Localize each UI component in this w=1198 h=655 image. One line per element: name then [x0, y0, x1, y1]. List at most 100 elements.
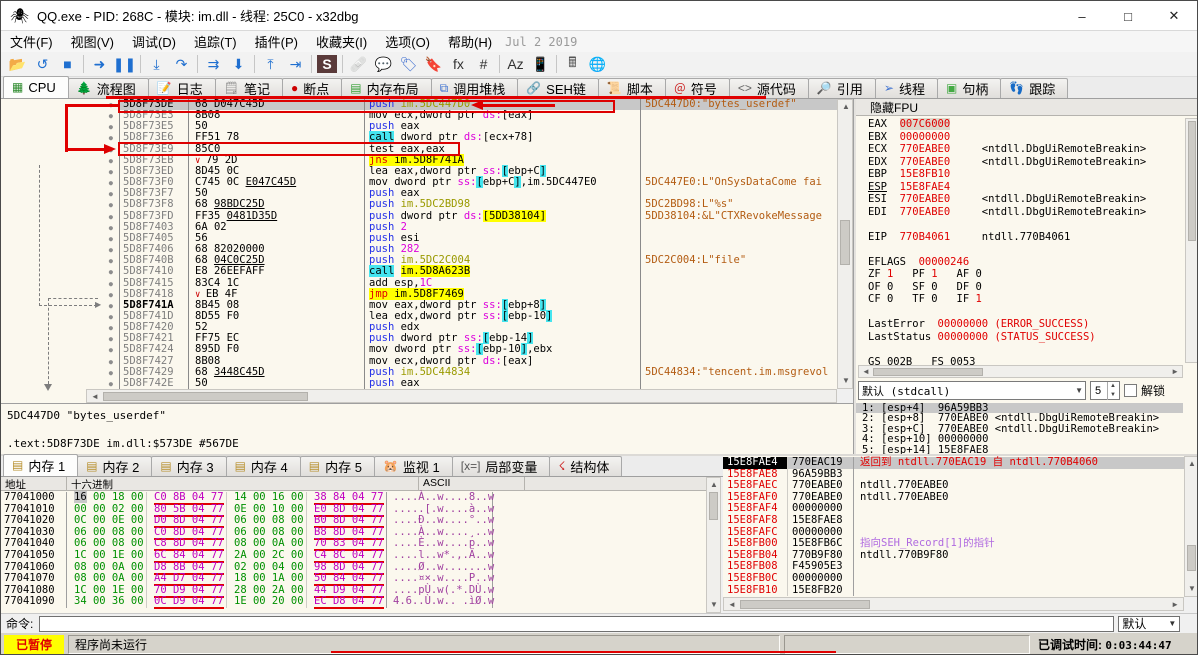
tab-内存 4[interactable]: ▤ 内存 4	[225, 456, 301, 476]
dump-row[interactable]: 77041070 08 00 0A 00 A4 D7 04 77 18 00 1A 0…	[1, 572, 706, 587]
register-line[interactable]: ESP 15E8FAE4	[856, 181, 1183, 194]
register-line[interactable]: EDI 770EABE0 <ntdll.DbgUiRemoteBreakin>	[856, 206, 1183, 219]
tab-日志[interactable]: 📝 日志	[147, 78, 216, 98]
registers-pane[interactable]: 隐藏FPU EAX 007C6000 EBX 00000000 ECX 770EAB…	[856, 99, 1197, 454]
menu-item-选[interactable]: 选项(O)	[376, 30, 439, 53]
register-line[interactable]: OF 0 SF 0 DF 0	[856, 281, 1183, 294]
registers-vscrollbar[interactable]	[1185, 118, 1197, 363]
run-to-user-code-icon[interactable]: ⇥	[283, 53, 308, 75]
command-script-select[interactable]: 默认 ▼	[1118, 615, 1181, 632]
register-line[interactable]: ESI 770EABE0 <ntdll.DbgUiRemoteBreakin>	[856, 193, 1183, 206]
stack-vscrollbar[interactable]: ▲ ▼	[1184, 456, 1197, 597]
hide-fpu-button[interactable]: 隐藏FPU	[856, 99, 1197, 116]
tab-脚本[interactable]: 📜 脚本	[597, 78, 666, 98]
breakpoint-dot-icon[interactable]: ●	[109, 379, 113, 389]
stack-row[interactable]: 15E8FB0C 00000000	[723, 572, 1184, 585]
stack-row[interactable]: 15E8FB00 15E8FB6C 指向SEH_Record[1]的指针	[723, 538, 1184, 550]
step-over-icon[interactable]: ↷	[169, 53, 194, 75]
tab-结构体[interactable]: ☇ 结构体	[549, 456, 623, 476]
tab-内存 1[interactable]: ▤ 内存 1	[3, 454, 79, 476]
assemble-icon[interactable]: Az	[503, 53, 528, 75]
tab-内存 5[interactable]: ▤ 内存 5	[299, 456, 375, 476]
label-icon[interactable]: 🏷	[396, 53, 421, 75]
tab-内存布局[interactable]: ▤ 内存布局	[341, 78, 432, 98]
register-line[interactable]	[856, 343, 1183, 356]
register-line[interactable]: LastStatus 00000000 (STATUS_SUCCESS)	[856, 331, 1183, 344]
open-file-icon[interactable]: 📂	[5, 53, 30, 75]
disassembly-vscrollbar[interactable]: ▲ ▼	[837, 99, 853, 389]
calling-convention-select[interactable]: 默认 (stdcall) ▼	[858, 381, 1086, 400]
dump-row[interactable]: 77041090 34 00 36 00 0C D9 04 77 1E 00 20 0…	[1, 595, 706, 610]
stop-icon[interactable]: ■	[55, 53, 80, 75]
tab-局部变量[interactable]: [x=] 局部变量	[451, 456, 551, 476]
dump-row[interactable]: 77041050 1C 00 1E 00 6C 84 04 77 2A 00 2C 0…	[1, 548, 706, 563]
restart-icon[interactable]: ↺	[30, 53, 55, 75]
tab-调用堆栈[interactable]: ⧉ 调用堆栈	[430, 78, 519, 98]
tab-引用[interactable]: 🔎 引用	[807, 78, 876, 98]
tab-笔记[interactable]: 🗒 笔记	[214, 78, 283, 98]
register-line[interactable]	[856, 218, 1183, 231]
register-line[interactable]: EIP 770B4061 ntdll.770B4061	[856, 231, 1183, 244]
globe-icon[interactable]: 🌐	[585, 53, 610, 75]
tab-SEH链[interactable]: 🔗 SEH链	[517, 78, 599, 98]
menu-item-视[interactable]: 视图(V)	[62, 30, 123, 53]
tab-断点[interactable]: ● 断点	[281, 78, 343, 98]
stack-hscrollbar[interactable]: ◄ ►	[723, 597, 1184, 611]
tab-句柄[interactable]: ▣ 句柄	[936, 78, 1002, 98]
register-line[interactable]: LastError 00000000 (ERROR_SUCCESS)	[856, 318, 1183, 331]
disasm-row[interactable]: ● 5D8F742E 50 push eax	[1, 377, 837, 389]
stack-row[interactable]: 15E8FAE4 770EAC19 返回到 ntdll.770EAC19 自 ntd…	[723, 456, 1184, 469]
hash-icon[interactable]: #	[471, 53, 496, 75]
stack-row[interactable]: 15E8FB10 15E8FB20	[723, 584, 1184, 597]
execute-till-return-icon[interactable]: ⤒	[258, 53, 283, 75]
function-icon[interactable]: fx	[446, 53, 471, 75]
register-line[interactable]	[856, 306, 1183, 319]
maximize-button[interactable]: □	[1105, 1, 1151, 31]
tab-内存 3[interactable]: ▤ 内存 3	[151, 456, 227, 476]
register-line[interactable]: EBX 00000000	[856, 131, 1183, 144]
calculator-icon[interactable]: 🖩	[560, 53, 585, 75]
menu-item-插[interactable]: 插件(P)	[246, 30, 307, 53]
register-line[interactable]: EAX 007C6000	[856, 118, 1183, 131]
bookmark-icon[interactable]: 🔖	[421, 53, 446, 75]
stack-row[interactable]: 15E8FAF8 15E8FAE8	[723, 514, 1184, 527]
step-into-icon[interactable]: ⤓	[144, 53, 169, 75]
run-icon[interactable]: ➜	[87, 53, 112, 75]
phone-icon[interactable]: 📱	[528, 53, 553, 75]
close-button[interactable]: ✕	[1151, 1, 1197, 31]
tab-线程[interactable]: ➢ 线程	[874, 78, 938, 98]
stack-pane[interactable]: 15E8FAE4 770EAC19 返回到 ntdll.770EAC19 自 ntd…	[723, 456, 1184, 597]
register-line[interactable]: EFLAGS 00000246	[856, 256, 1183, 269]
register-line[interactable]: ECX 770EABE0 <ntdll.DbgUiRemoteBreakin>	[856, 143, 1183, 156]
dump-row[interactable]: 77041000 16 00 18 00 C0 8B 04 77 14 00 16 0…	[1, 491, 706, 505]
tab-流程图[interactable]: 🌲 流程图	[67, 78, 149, 98]
unlock-checkbox[interactable]	[1124, 384, 1137, 397]
disassembly-pane[interactable]: ● 5D8F73DE 68 D047C45D push im.5DC447D0 5DC4…	[1, 99, 837, 389]
registers-hscrollbar[interactable]: ◄ ►	[858, 365, 1183, 378]
register-line[interactable]: EDX 770EABE0 <ntdll.DbgUiRemoteBreakin>	[856, 156, 1183, 169]
tab-符号[interactable]: ＠ 符号	[664, 78, 730, 98]
menu-item-追[interactable]: 追踪(T)	[185, 30, 246, 53]
scylla-icon[interactable]: S	[317, 55, 337, 73]
tab-跟踪[interactable]: 👣 跟踪	[1000, 78, 1069, 98]
register-line[interactable]: CF 0 TF 0 IF 1	[856, 293, 1183, 306]
dump-pane[interactable]: 地址 十六进制 ASCII 77041000 16 00 18 00 C0 8B 0…	[1, 477, 706, 613]
menu-item-帮[interactable]: 帮助(H)	[439, 30, 501, 53]
register-line[interactable]: ZF 1 PF 1 AF 0	[856, 268, 1183, 281]
command-input[interactable]	[39, 615, 1115, 632]
dump-vscrollbar[interactable]: ▲ ▼	[706, 477, 721, 613]
disassembly-hscrollbar[interactable]: ◄	[86, 389, 837, 403]
argument-row[interactable]: 4: [esp+10] 00000000	[856, 434, 1183, 445]
menu-item-调[interactable]: 调试(D)	[123, 30, 185, 53]
step-down-icon[interactable]: ⬇	[226, 53, 251, 75]
minimize-button[interactable]: –	[1059, 1, 1105, 31]
menu-item-收[interactable]: 收藏夹(I)	[307, 30, 376, 53]
tab-内存 2[interactable]: ▤ 内存 2	[77, 456, 153, 476]
tab-监视 1[interactable]: 🐹 监视 1	[373, 456, 453, 476]
register-line[interactable]	[856, 243, 1183, 256]
argument-depth-stepper[interactable]: 5 ▲ ▼	[1090, 381, 1120, 400]
pause-icon[interactable]: ❚❚	[112, 53, 137, 75]
disasm-row[interactable]: ● 5D8F7415 83C4 1C add esp,1C	[1, 277, 837, 289]
register-line[interactable]: EBP 15E8FB10	[856, 168, 1183, 181]
run-to-icon[interactable]: ⇉	[201, 53, 226, 75]
